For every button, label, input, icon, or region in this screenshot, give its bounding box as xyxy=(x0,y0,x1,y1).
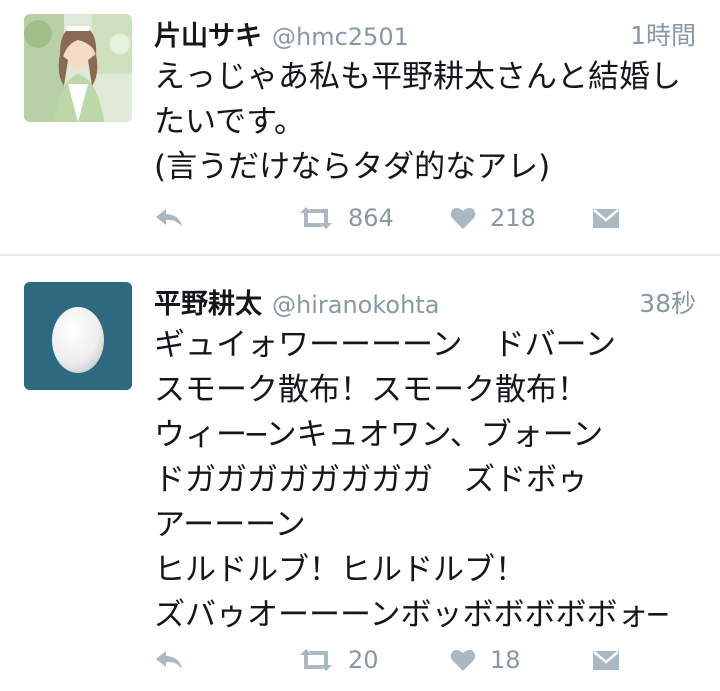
retweet-icon xyxy=(300,649,332,671)
tweet-header: 平野耕太 @hiranokohta 38秒 xyxy=(154,282,696,322)
profile-photo-icon xyxy=(24,14,132,122)
tweet[interactable]: 片山サキ @hmc2501 1時間 えっじゃあ私も平野耕太さんと結婚し たいです。… xyxy=(0,0,720,254)
tweet-actions: 20 18 xyxy=(154,640,634,680)
tweet-text-line: (言うだけならタダ的なアレ) xyxy=(154,149,551,185)
like-button[interactable]: 218 xyxy=(450,198,536,238)
tweet-text-line: スモーク散布！スモーク散布！ xyxy=(154,372,588,408)
reply-icon xyxy=(156,651,182,669)
tweet-text-line: アーーーン xyxy=(154,507,306,543)
tweet-actions: 864 218 xyxy=(154,198,634,238)
tweet-text: えっじゃあ私も平野耕太さんと結婚し たいです。 (言うだけならタダ的なアレ) xyxy=(154,55,700,190)
retweet-icon xyxy=(300,207,332,229)
username[interactable]: @hmc2501 xyxy=(272,23,409,51)
tweet-text-line: ドガガガガガガガガ ズドボゥ xyxy=(154,462,588,498)
like-count: 18 xyxy=(490,646,521,674)
direct-message-button[interactable] xyxy=(592,198,620,238)
tweet-header: 片山サキ @hmc2501 1時間 xyxy=(154,14,696,54)
username[interactable]: @hiranokohta xyxy=(272,291,439,319)
retweet-button[interactable]: 20 xyxy=(298,640,379,680)
timestamp[interactable]: 38秒 xyxy=(639,284,696,320)
timeline-feed: 片山サキ @hmc2501 1時間 えっじゃあ私も平野耕太さんと結婚し たいです。… xyxy=(0,0,720,691)
heart-icon xyxy=(450,649,476,671)
retweet-count: 864 xyxy=(348,204,394,232)
reply-button[interactable] xyxy=(154,198,184,238)
tweet-text-line: ズバゥオーーーンボッボボボボボォ─ xyxy=(154,597,668,633)
reply-button[interactable] xyxy=(154,640,184,680)
tweet-text-line: ギュイォワーーーーン ドバーン xyxy=(154,327,616,363)
default-egg-avatar-icon xyxy=(24,282,132,390)
reply-icon xyxy=(156,209,182,227)
retweet-count: 20 xyxy=(348,646,379,674)
tweet-text: ギュイォワーーーーン ドバーン スモーク散布！スモーク散布！ ウィー─ンキュオワ… xyxy=(154,323,700,638)
heart-icon xyxy=(450,207,476,229)
display-name[interactable]: 片山サキ xyxy=(154,21,262,52)
envelope-icon xyxy=(593,209,619,228)
tweet-text-line: ウィー─ンキュオワン、ブォーン xyxy=(154,417,604,453)
timestamp[interactable]: 1時間 xyxy=(630,16,696,52)
avatar[interactable] xyxy=(24,14,132,122)
tweet-text-line: たいです。 xyxy=(154,104,305,140)
envelope-icon xyxy=(593,651,619,670)
tweet-text-line: えっじゃあ私も平野耕太さんと結婚し xyxy=(154,59,681,95)
like-count: 218 xyxy=(490,204,536,232)
display-name[interactable]: 平野耕太 xyxy=(154,289,262,320)
like-button[interactable]: 18 xyxy=(450,640,521,680)
direct-message-button[interactable] xyxy=(592,640,620,680)
avatar[interactable] xyxy=(24,282,132,390)
tweet-text-line: ヒルドルブ！ヒルドルブ！ xyxy=(154,552,526,588)
tweet[interactable]: 平野耕太 @hiranokohta 38秒 ギュイォワーーーーン ドバーン スモー… xyxy=(0,256,720,691)
retweet-button[interactable]: 864 xyxy=(298,198,394,238)
